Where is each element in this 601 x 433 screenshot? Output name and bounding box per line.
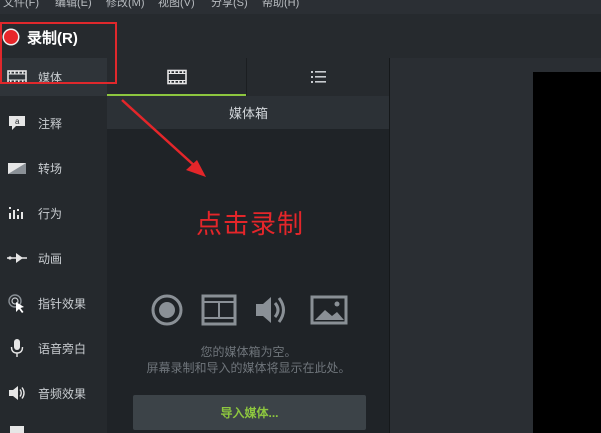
sidebar: 媒体 a 注释 转场 行为 动画 指针效果 语音旁白 音频效果 — [0, 58, 107, 433]
audio-icon — [256, 297, 285, 323]
sidebar-item-label: 语音旁白 — [38, 341, 87, 356]
sidebar-item-label: 注释 — [38, 116, 63, 131]
sidebar-item-annotations[interactable]: a 注释 — [0, 103, 107, 143]
empty-bin-message: 您的媒体箱为空。 屏幕录制和导入的媒体将显示在此处。 — [107, 344, 390, 376]
svg-text:a: a — [15, 117, 20, 126]
menu-share[interactable]: 分享(S) — [211, 0, 248, 9]
record-dot-icon — [4, 30, 18, 44]
menu-bar: 文件(F) 编辑(E) 修改(M) 视图(V) 分享(S) 帮助(H) — [0, 0, 601, 14]
record-button[interactable]: 录制(R) — [4, 27, 78, 47]
sidebar-item-animations[interactable]: 动画 — [0, 238, 107, 278]
film-strip-icon — [201, 294, 237, 326]
annotation-icon: a — [9, 116, 25, 130]
partial-item-icon — [10, 426, 24, 433]
menu-view[interactable]: 视图(V) — [158, 0, 195, 9]
list-icon — [310, 71, 326, 83]
sidebar-item-cursor-effects[interactable]: 指针效果 — [0, 283, 107, 323]
menu-edit[interactable]: 编辑(E) — [55, 0, 92, 9]
preview-canvas[interactable] — [533, 72, 601, 433]
microphone-icon — [10, 339, 24, 357]
sidebar-item-partial[interactable] — [0, 418, 107, 433]
film-strip-icon — [166, 69, 187, 85]
record-toolbar: 录制(R) — [0, 14, 601, 58]
menu-help[interactable]: 帮助(H) — [262, 0, 299, 9]
sidebar-item-voice-narration[interactable]: 语音旁白 — [0, 328, 107, 368]
cursor-effect-icon — [8, 294, 24, 313]
speaker-icon — [9, 386, 25, 400]
transition-icon — [8, 163, 26, 174]
sidebar-item-transitions[interactable]: 转场 — [0, 148, 107, 188]
sidebar-item-audio-effects[interactable]: 音频效果 — [0, 373, 107, 413]
menu-modify[interactable]: 修改(M) — [106, 0, 145, 9]
sidebar-item-label: 转场 — [38, 161, 63, 176]
record-icon — [151, 294, 183, 326]
sidebar-item-media[interactable]: 媒体 — [0, 58, 107, 96]
image-icon — [310, 295, 348, 325]
sidebar-item-label: 指针效果 — [38, 296, 87, 311]
media-bin-tabs — [107, 58, 390, 96]
sidebar-item-behaviors[interactable]: 行为 — [0, 193, 107, 233]
animation-icon — [7, 253, 27, 263]
sidebar-item-label: 动画 — [38, 251, 63, 266]
empty-bin-line-1: 您的媒体箱为空。 — [200, 345, 297, 359]
import-media-button[interactable]: 导入媒体... — [133, 395, 366, 430]
sidebar-item-label: 行为 — [38, 206, 63, 221]
sidebar-item-label: 媒体 — [38, 70, 63, 85]
behavior-icon — [9, 207, 23, 219]
tab-film-view[interactable] — [107, 58, 246, 96]
empty-bin-icons — [151, 294, 348, 326]
tab-list-view[interactable] — [247, 58, 390, 96]
annotation-label: 点击录制 — [196, 210, 305, 240]
media-bin-title: 媒体箱 — [107, 96, 390, 129]
sidebar-item-label: 音频效果 — [38, 386, 87, 401]
empty-bin-line-2: 屏幕录制和导入的媒体将显示在此处。 — [146, 361, 351, 375]
record-label: 录制(R) — [27, 29, 78, 47]
film-icon — [7, 70, 27, 84]
media-bin-body — [107, 129, 390, 433]
menu-file[interactable]: 文件(F) — [3, 0, 39, 9]
